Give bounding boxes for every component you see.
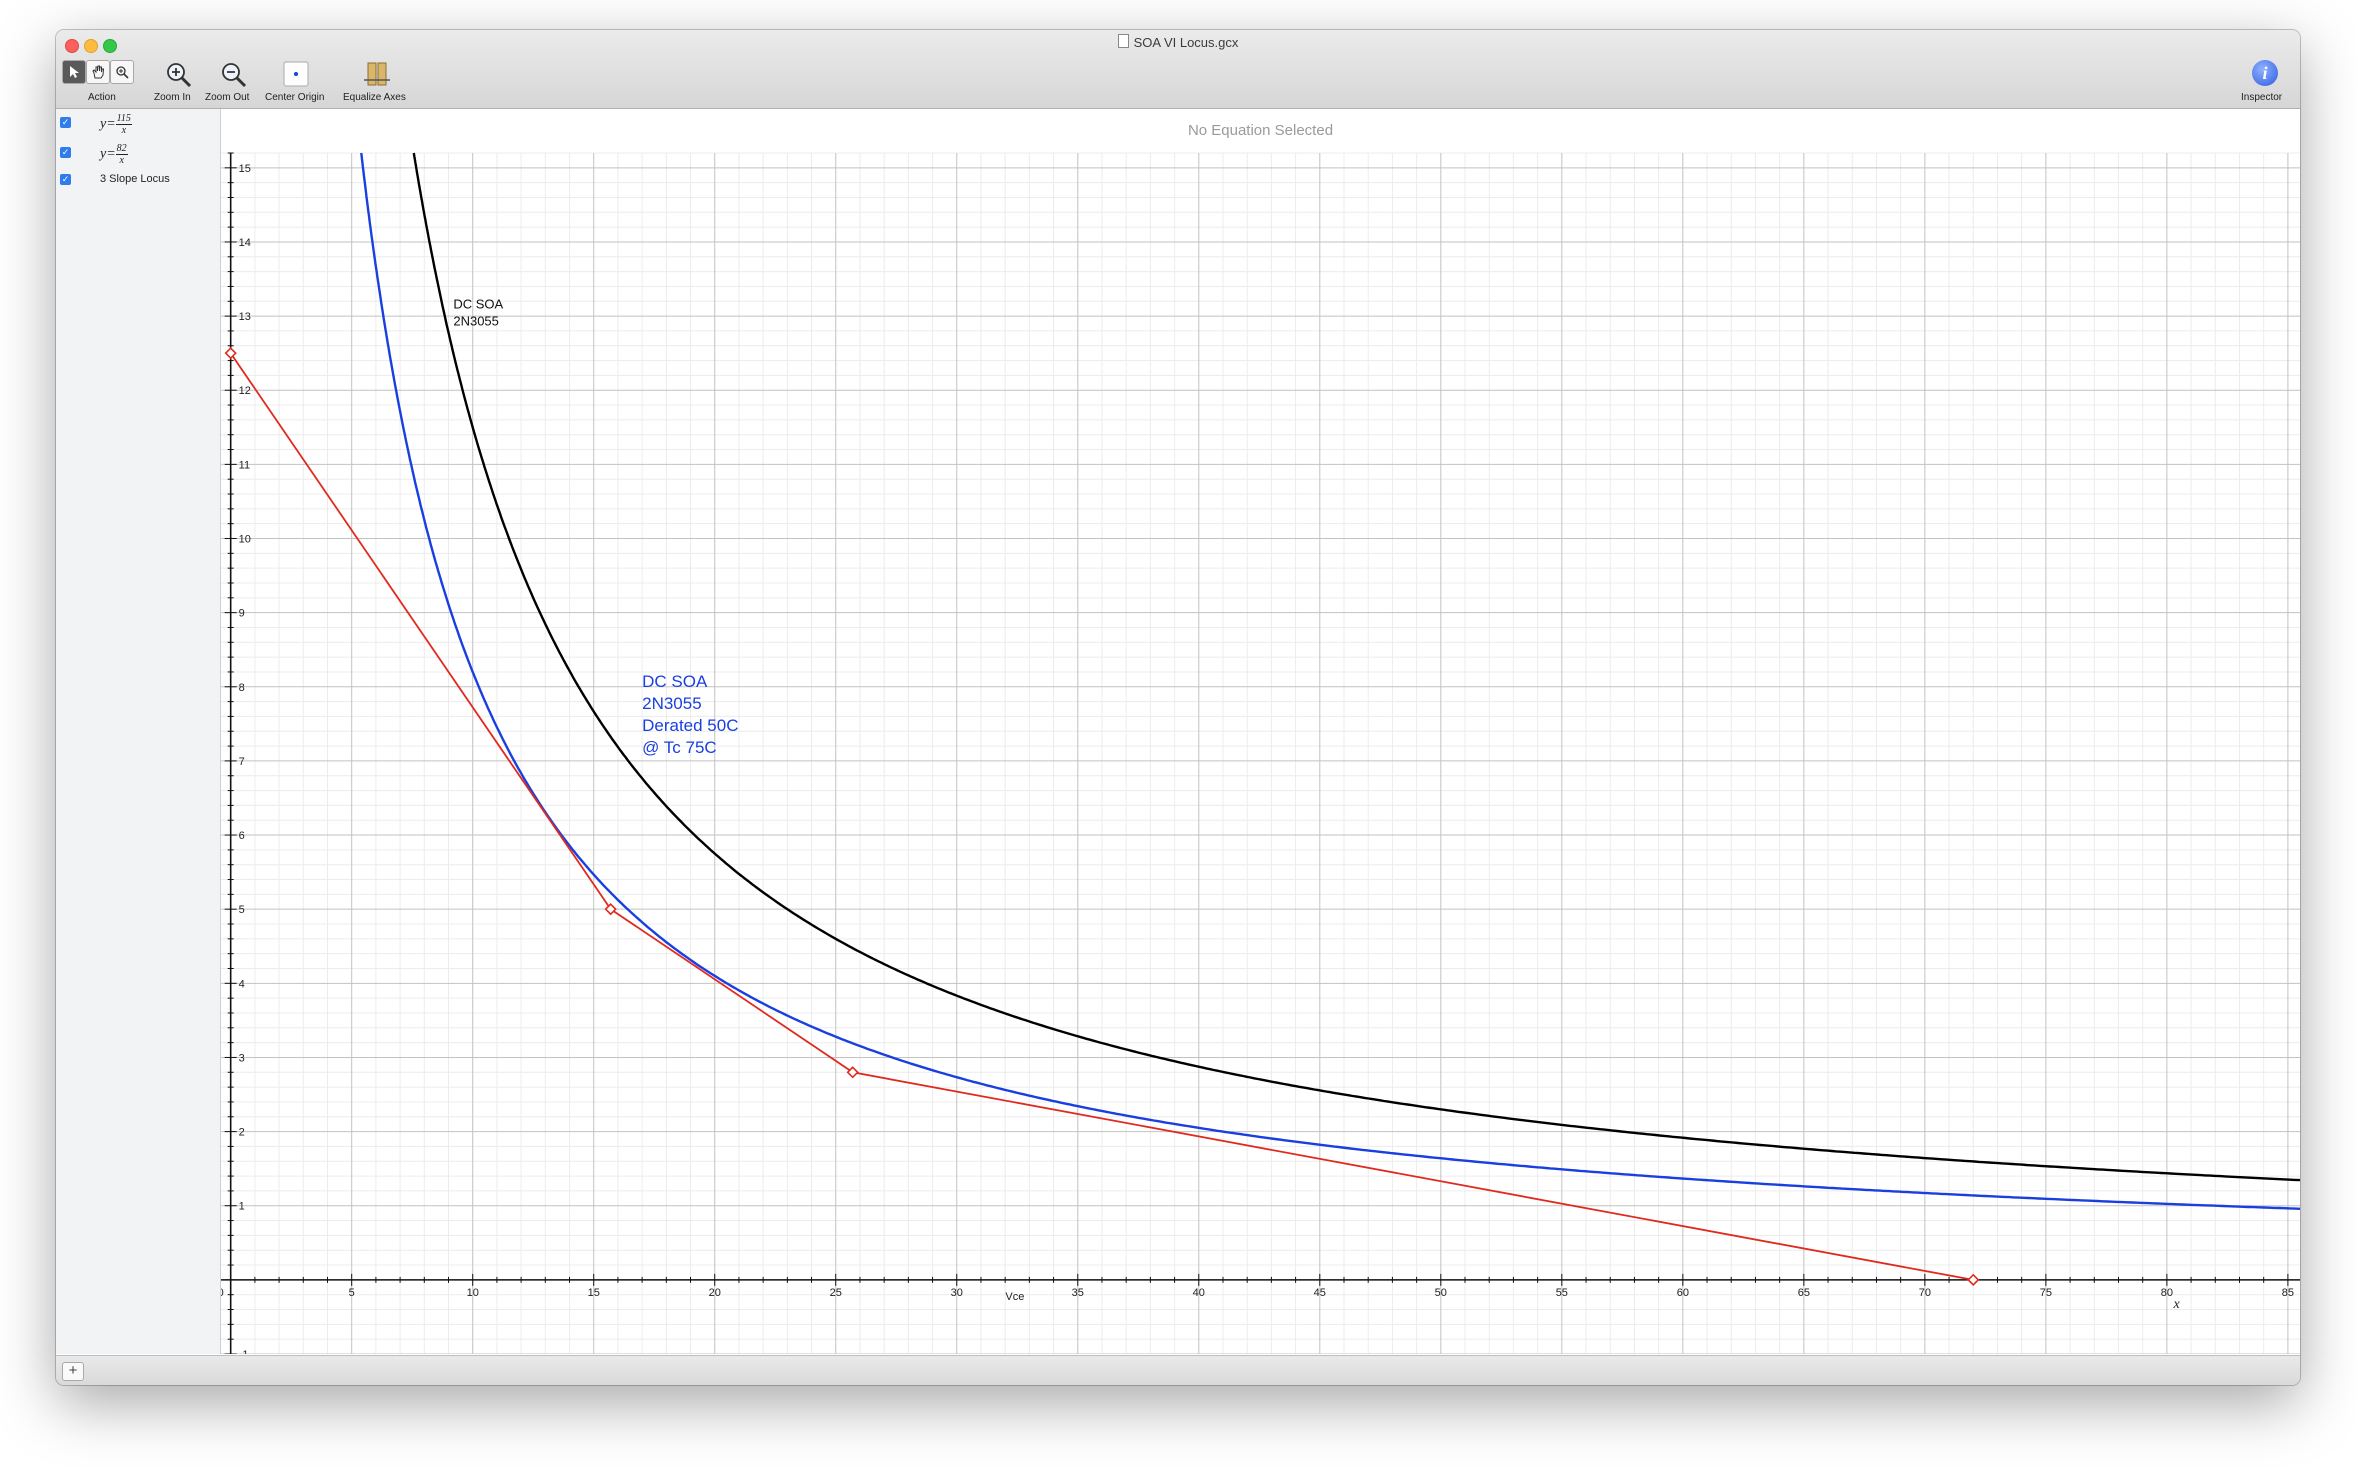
- equation-row-115[interactable]: ✓ y= 115 x: [60, 113, 210, 136]
- equation-denominator: x: [119, 155, 124, 166]
- action-tool-group: [62, 60, 134, 84]
- locus-point-handle: [846, 1066, 859, 1079]
- y-tick-label: 9: [239, 608, 245, 620]
- y-tick-label: -1: [239, 1349, 249, 1354]
- x-axis-title: Vce: [1005, 1291, 1024, 1303]
- y-tick-label: 13: [239, 311, 251, 323]
- locus-point-handle: [224, 347, 237, 360]
- annotation-text: 2N3055: [642, 694, 702, 713]
- y-tick-label: 3: [239, 1052, 245, 1064]
- annotations-layer: DC SOA 2N3055 DC SOA 2N3055 Derated 50C @ Tc …: [453, 297, 738, 757]
- equation-prefix: y=: [100, 146, 116, 162]
- x-tick-label: 25: [830, 1287, 842, 1299]
- equation-label: 3 Slope Locus: [100, 173, 170, 185]
- equation-numerator: 82: [115, 143, 128, 155]
- y-tick-label: 6: [239, 830, 245, 842]
- center-origin-icon: [283, 61, 309, 87]
- equation-fraction: 82 x: [115, 143, 128, 166]
- equation-list-sidebar: ✓ y= 115 x ✓ y= 82 x ✓ 3 Slope Locus: [56, 109, 221, 1354]
- y-tick-label: 4: [239, 978, 245, 990]
- document-icon: [1117, 34, 1129, 48]
- x-tick-label: 75: [2040, 1287, 2052, 1299]
- status-text: No Equation Selected: [1187, 122, 1334, 139]
- x-tick-label: 10: [467, 1287, 479, 1299]
- x-tick-label: 20: [709, 1287, 721, 1299]
- y-tick-label: 8: [239, 682, 245, 694]
- zoom-in-icon: [167, 63, 192, 88]
- curve-115-over-x: [412, 152, 2300, 1182]
- y-tick-label: 1: [239, 1201, 245, 1213]
- x-tick-label: 30: [951, 1287, 963, 1299]
- x-tick-label: 85: [2282, 1287, 2294, 1299]
- info-icon: i: [2252, 60, 2278, 86]
- y-tick-label: 12: [239, 385, 251, 397]
- x-tick-label: 55: [1556, 1287, 1568, 1299]
- graph-plot[interactable]: 0510152025303540455055606570758085-11234…: [221, 109, 2300, 1354]
- x-tick-label: 15: [588, 1287, 600, 1299]
- graph-canvas[interactable]: 0510152025303540455055606570758085-11234…: [221, 109, 2300, 1354]
- series-layer: [224, 152, 2300, 1286]
- x-tick-label: 35: [1072, 1287, 1084, 1299]
- zoom-out-button[interactable]: [219, 60, 249, 93]
- annotation-text: DC SOA: [453, 297, 503, 312]
- y-tick-label: 10: [239, 534, 251, 546]
- equation-checkbox[interactable]: ✓: [60, 117, 71, 128]
- y-tick-label: 7: [239, 756, 245, 768]
- window-title: SOA VI Locus.gcx: [1133, 35, 1239, 50]
- x-tick-label: 65: [1798, 1287, 1810, 1299]
- bottom-bar: +: [56, 1355, 2300, 1385]
- x-tick-label: 45: [1314, 1287, 1326, 1299]
- zoom-in-button[interactable]: [164, 60, 194, 93]
- window-title-group: SOA VI Locus.gcx: [56, 34, 2300, 50]
- add-equation-button[interactable]: +: [62, 1362, 84, 1381]
- annotation-text: Derated 50C: [642, 716, 738, 735]
- center-origin-button[interactable]: [282, 60, 310, 91]
- toolbar: SOA VI Locus.gcx Action Zoom In Zoom Out…: [56, 30, 2300, 109]
- annotation-text: @ Tc 75C: [642, 738, 717, 757]
- equation-row-82[interactable]: ✓ y= 82 x: [60, 143, 210, 166]
- equation-82-over-x: y= 82 x: [100, 143, 128, 166]
- arrow-pointer-icon[interactable]: [62, 60, 86, 84]
- annotation-text: DC SOA: [642, 672, 708, 691]
- equation-numerator: 115: [115, 113, 132, 125]
- x-tick-label: 0: [221, 1287, 224, 1299]
- x-tick-label: 50: [1435, 1287, 1447, 1299]
- zoom-out-label: Zoom Out: [205, 92, 250, 103]
- inspector-button[interactable]: i: [2252, 60, 2278, 86]
- action-label: Action: [88, 92, 116, 103]
- y-tick-label: 11: [239, 459, 250, 471]
- axes: 0510152025303540455055606570758085-11234…: [221, 152, 2300, 1354]
- grid: [221, 152, 2300, 1354]
- equation-denominator: x: [121, 125, 127, 136]
- zoom-in-label: Zoom In: [154, 92, 191, 103]
- magnifier-icon[interactable]: [110, 60, 134, 84]
- x-axis-variable-label: x: [2172, 1297, 2180, 1312]
- equation-115-over-x: y= 115 x: [100, 113, 132, 136]
- equalize-axes-label: Equalize Axes: [343, 92, 406, 103]
- y-tick-label: 5: [239, 904, 245, 916]
- zoom-out-icon: [222, 63, 247, 88]
- equalize-axes-icon: [364, 62, 390, 86]
- locus-point-handle: [604, 903, 617, 916]
- hand-icon[interactable]: [86, 60, 110, 84]
- y-tick-label: 2: [239, 1127, 245, 1139]
- x-tick-label: 80: [2161, 1287, 2173, 1299]
- y-tick-label: 14: [239, 237, 251, 249]
- inspector-label: Inspector: [2241, 92, 2283, 103]
- x-tick-label: 5: [349, 1287, 355, 1299]
- x-tick-label: 40: [1193, 1287, 1205, 1299]
- equation-checkbox[interactable]: ✓: [60, 174, 71, 185]
- equation-prefix: y=: [100, 116, 116, 132]
- equalize-axes-button[interactable]: [362, 60, 392, 93]
- x-tick-label: 70: [1919, 1287, 1931, 1299]
- annotation-text: 2N3055: [453, 314, 499, 329]
- y-tick-label: 15: [239, 163, 251, 175]
- equation-checkbox[interactable]: ✓: [60, 147, 71, 158]
- equation-row-slope-locus[interactable]: ✓ 3 Slope Locus: [60, 171, 210, 189]
- x-tick-label: 60: [1677, 1287, 1689, 1299]
- locus-point-handle: [1967, 1273, 1980, 1286]
- app-window: SOA VI Locus.gcx Action Zoom In Zoom Out…: [56, 30, 2300, 1385]
- center-origin-label: Center Origin: [265, 92, 325, 103]
- equation-fraction: 115 x: [115, 113, 132, 136]
